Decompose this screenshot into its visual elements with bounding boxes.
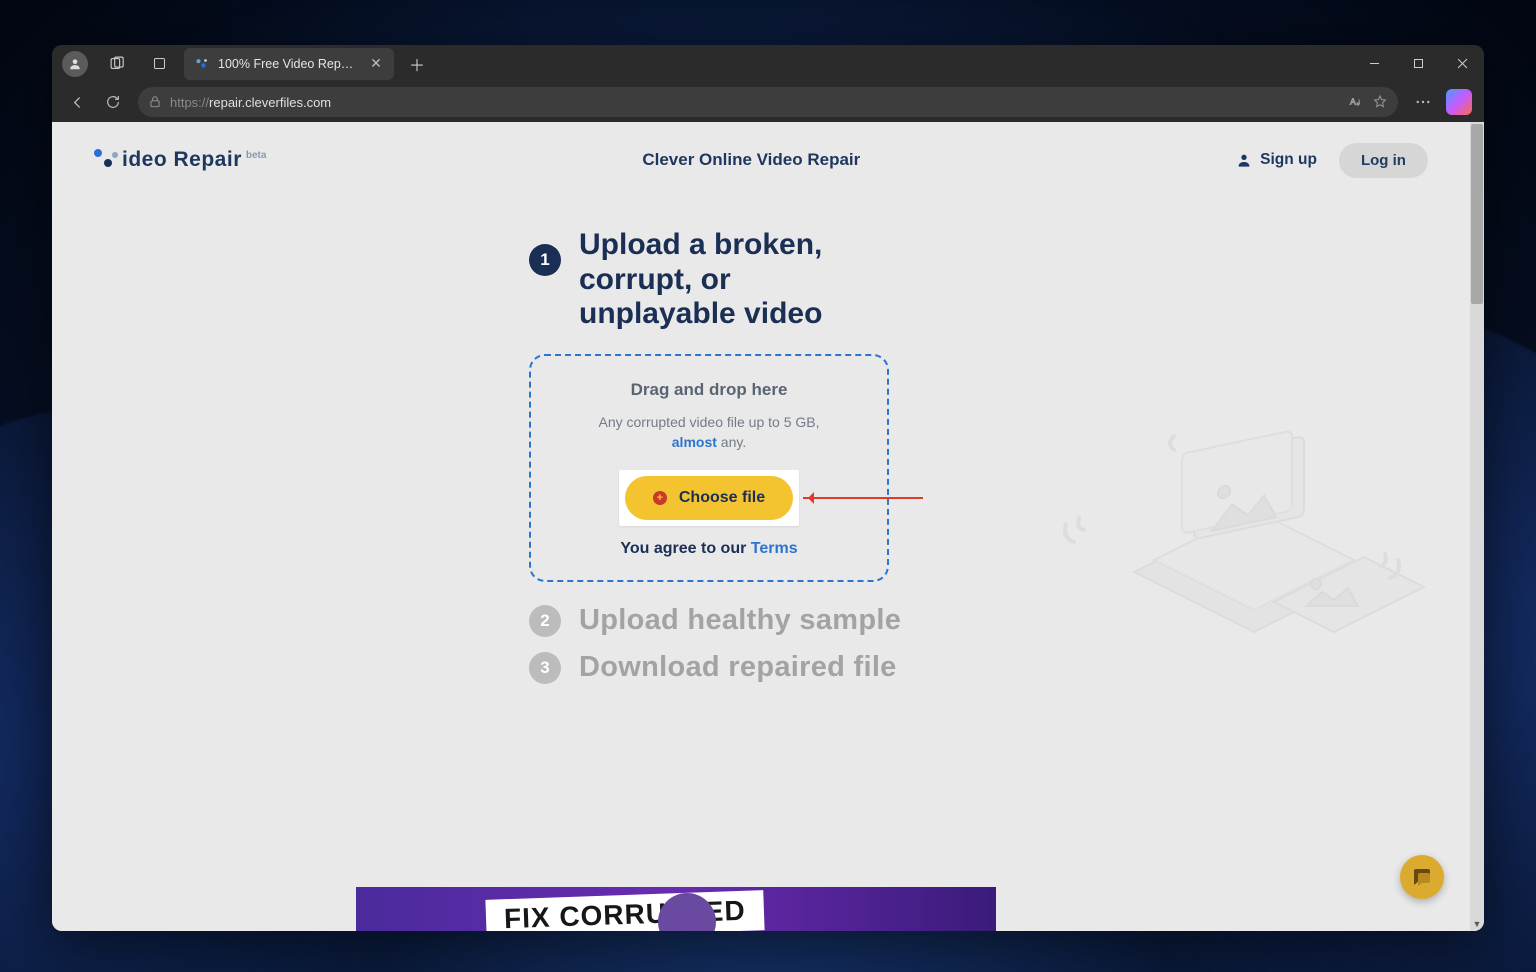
scrollbar[interactable]: ▼ [1470,122,1484,931]
tab-close-icon[interactable]: ✕ [368,56,384,72]
browser-window: 100% Free Video Repair Tool Onli ✕ ＋ htt… [52,45,1484,931]
plus-icon: + [653,491,667,505]
workspaces-icon[interactable] [100,47,134,81]
tab-title: 100% Free Video Repair Tool Onli [218,57,360,71]
back-button[interactable] [60,87,94,117]
url-text: https://repair.cleverfiles.com [170,95,1340,110]
user-icon [1236,152,1252,168]
favorite-icon[interactable] [1372,94,1388,110]
svg-text:A: A [1350,97,1356,107]
annotation-arrow-icon [803,497,923,499]
login-button[interactable]: Log in [1339,143,1428,178]
settings-menu-icon[interactable] [1406,87,1440,117]
beta-badge: beta [246,150,267,161]
step-3-badge: 3 [529,652,561,684]
browser-tab[interactable]: 100% Free Video Repair Tool Onli ✕ [184,48,394,80]
page-title: Clever Online Video Repair [642,150,860,170]
upload-dropzone[interactable]: Drag and drop here Any corrupted video f… [529,354,889,583]
address-bar[interactable]: https://repair.cleverfiles.com A» [138,87,1398,117]
chat-fab-button[interactable] [1400,855,1444,899]
page-content: ideo Repair beta Clever Online Video Rep… [52,122,1470,931]
step-3-title: Download repaired file [579,651,897,684]
logo-text: ideo Repair [122,148,242,172]
promo-banner[interactable]: FIX CORRUPTED [356,887,996,931]
terms-text: You agree to our Terms [620,540,797,558]
step-1-badge: 1 [529,244,561,276]
maximize-button[interactable] [1396,45,1440,82]
step-2-title: Upload healthy sample [579,604,901,637]
site-header: ideo Repair beta Clever Online Video Rep… [52,122,1470,198]
page-viewport: ideo Repair beta Clever Online Video Rep… [52,122,1484,931]
dropzone-title: Drag and drop here [631,380,788,400]
step-1-title: Upload a broken, corrupt, or unplayable … [579,228,879,332]
terms-link[interactable]: Terms [751,540,798,557]
minimize-button[interactable] [1352,45,1396,82]
site-info-icon[interactable] [148,95,162,109]
profile-icon[interactable] [62,51,88,77]
tab-favicon-icon [194,56,210,72]
choose-file-highlight: + Choose file [619,470,799,526]
browser-titlebar: 100% Free Video Repair Tool Onli ✕ ＋ [52,45,1484,82]
scrollbar-thumb[interactable] [1471,124,1483,304]
step-2-badge: 2 [529,605,561,637]
new-tab-button[interactable]: ＋ [402,49,432,79]
tab-actions-icon[interactable] [142,47,176,81]
browser-toolbar: https://repair.cleverfiles.com A» [52,82,1484,122]
close-window-button[interactable] [1440,45,1484,82]
svg-text:»: » [1357,101,1360,107]
site-logo[interactable]: ideo Repair beta [94,148,266,172]
logo-mark-icon [94,149,120,171]
scroll-down-icon[interactable]: ▼ [1470,917,1484,931]
dropzone-subtitle: Any corrupted video file up to 5 GB, alm… [598,412,819,453]
refresh-button[interactable] [96,87,130,117]
banner-headline: FIX CORRUPTED [504,895,747,931]
choose-file-button[interactable]: + Choose file [625,476,793,520]
signup-link[interactable]: Sign up [1236,151,1317,169]
read-aloud-icon[interactable]: A» [1348,94,1364,110]
copilot-button[interactable] [1442,87,1476,117]
